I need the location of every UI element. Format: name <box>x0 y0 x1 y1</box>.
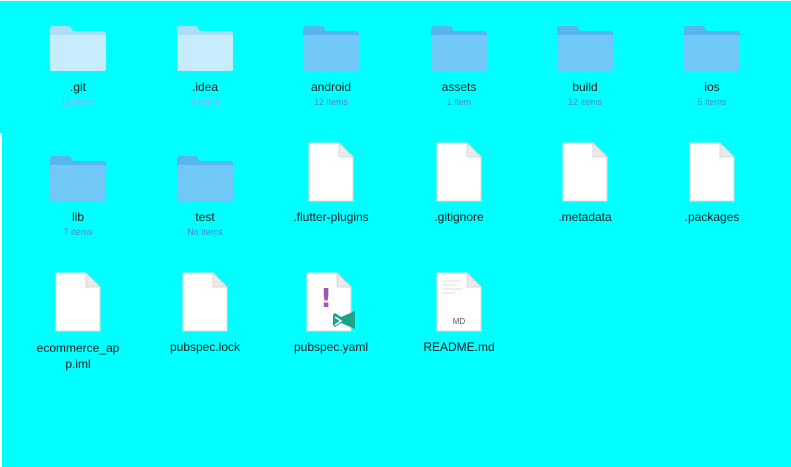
file-item[interactable]: .metadata <box>530 131 640 249</box>
folder-item[interactable]: assets 1 item <box>404 1 514 119</box>
file-icon <box>553 141 617 203</box>
folder-icon <box>680 15 744 73</box>
file-grid: .git 12 items .idea 9 items android 12 i <box>0 1 791 467</box>
item-name: lib <box>71 210 84 224</box>
yaml-vscode-file-icon: ! <box>299 271 363 333</box>
folder-icon <box>46 145 110 203</box>
item-name: ios <box>704 80 720 94</box>
item-count: 12 items <box>60 97 95 107</box>
item-name: android <box>310 80 352 94</box>
finder-window-content: .git 12 items .idea 9 items android 12 i <box>0 0 791 467</box>
file-icon <box>427 141 491 203</box>
item-name: .gitignore <box>434 210 484 224</box>
item-name: .flutter-plugins <box>293 210 369 224</box>
folder-icon <box>553 15 617 73</box>
folder-icon <box>299 15 363 73</box>
file-item[interactable]: .packages <box>657 131 767 249</box>
item-name: .idea <box>191 80 219 94</box>
item-name: .git <box>69 80 86 94</box>
item-name: pubspec.yaml <box>293 340 369 354</box>
folder-item[interactable]: ios 5 items <box>657 1 767 119</box>
svg-text:!: ! <box>320 284 332 314</box>
folder-icon <box>173 15 237 73</box>
folder-item[interactable]: .idea 9 items <box>150 1 260 119</box>
item-name: assets <box>441 80 477 94</box>
item-name: build <box>572 80 598 94</box>
item-count: 1 item <box>446 97 472 107</box>
folder-icon <box>173 145 237 203</box>
item-name: pubspec.lock <box>169 340 241 354</box>
item-count: No items <box>187 227 223 237</box>
item-count: 12 items <box>313 97 348 107</box>
item-count: 7 items <box>63 227 93 237</box>
markdown-file-icon: MD <box>427 271 491 333</box>
file-icon <box>46 271 110 333</box>
file-type-badge: MD <box>452 317 466 326</box>
item-name: test <box>195 210 215 224</box>
file-item[interactable]: .flutter-plugins <box>276 131 386 249</box>
item-count: 12 items <box>567 97 602 107</box>
file-item[interactable]: ecommerce_app.iml <box>23 261 133 379</box>
file-item[interactable]: pubspec.lock <box>150 261 260 379</box>
folder-item[interactable]: test No items <box>150 131 260 249</box>
file-icon <box>680 141 744 203</box>
folder-item[interactable]: lib 7 items <box>23 131 133 249</box>
folder-item[interactable]: .git 12 items <box>23 1 133 119</box>
folder-item[interactable]: build 12 items <box>530 1 640 119</box>
item-count: 9 items <box>190 97 220 107</box>
item-count: 5 items <box>697 97 727 107</box>
file-item[interactable]: ! pubspec.yaml <box>276 261 386 379</box>
file-icon <box>173 271 237 333</box>
file-item[interactable]: MD README.md <box>404 261 514 379</box>
file-icon <box>299 141 363 203</box>
folder-item[interactable]: android 12 items <box>276 1 386 119</box>
item-name: README.md <box>423 340 495 354</box>
folder-icon <box>46 15 110 73</box>
item-name: .packages <box>684 210 740 224</box>
item-name: ecommerce_app.iml <box>36 341 120 371</box>
file-item[interactable]: .gitignore <box>404 131 514 249</box>
item-name: .metadata <box>558 210 612 224</box>
folder-icon <box>427 15 491 73</box>
